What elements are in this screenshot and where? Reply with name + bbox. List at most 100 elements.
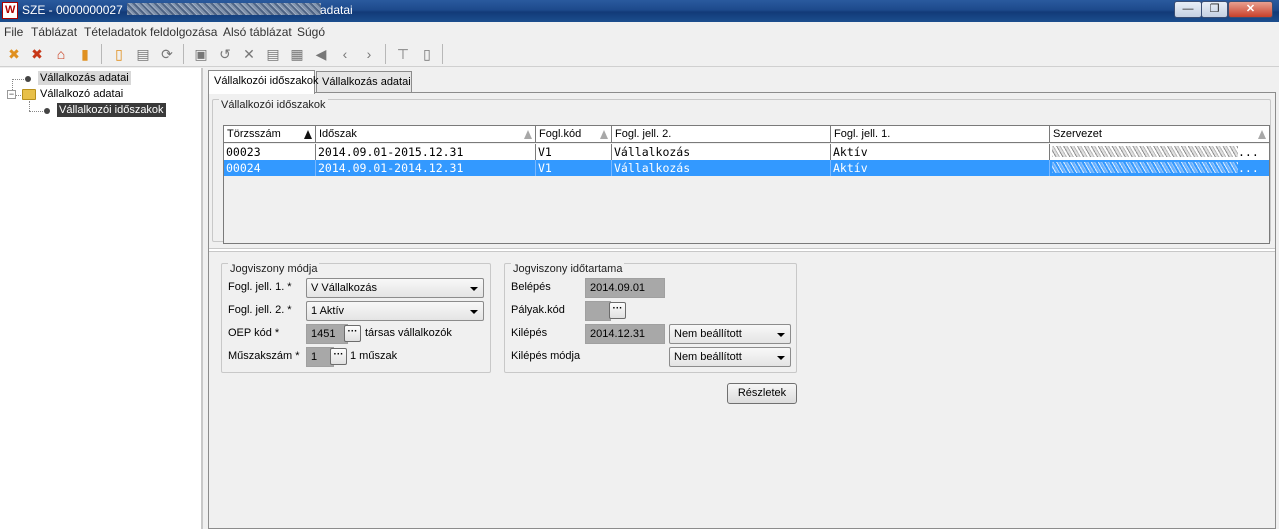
menu-also-tablazat[interactable]: Alsó táblázat — [223, 25, 292, 39]
kilepes-modja-select[interactable]: Nem beállított — [669, 347, 791, 367]
tree-bullet-icon — [44, 108, 50, 114]
navigation-tree: Vállalkozás adatai − Vállalkozó adatai V… — [0, 68, 203, 529]
tab-vallalkozas-adatai[interactable]: Vállalkozás adatai — [316, 71, 412, 93]
oep-kod-lookup-button[interactable]: ··· — [344, 325, 361, 342]
delete-all-icon[interactable]: ✖ — [28, 45, 46, 63]
periods-group-title: Vállalkozói időszakok — [219, 99, 328, 111]
redacted-organization — [1052, 146, 1238, 157]
menu-teteladatok[interactable]: Tételadatok feldolgozása — [84, 25, 217, 39]
belepes-field[interactable]: 2014.09.01 — [585, 278, 665, 298]
copy-document-icon[interactable]: ▯ — [418, 45, 436, 63]
jogviszony-idotartama-group: Jogviszony időtartama Belépés 2014.09.01… — [504, 263, 797, 373]
maximize-button[interactable]: ❐ — [1201, 1, 1228, 18]
collapse-icon[interactable]: − — [7, 90, 16, 99]
oep-kod-label: OEP kód * — [228, 327, 280, 339]
sort-icon — [1258, 130, 1266, 139]
cell-szervezet: ... — [1050, 144, 1269, 160]
first-page-icon[interactable]: ⊤ — [394, 45, 412, 63]
column-header-fogl-kod[interactable]: Fogl.kód — [536, 126, 612, 143]
column-header-fogl-jell-1[interactable]: Fogl. jell. 1. — [831, 126, 1050, 143]
new-document-icon[interactable]: ▯ — [110, 45, 128, 63]
refresh-icon[interactable]: ⟳ — [158, 45, 176, 63]
tree-item-vallalkozas-adatai[interactable]: Vállalkozás adatai — [38, 71, 131, 85]
tree-line — [29, 101, 30, 111]
table-row-selected[interactable]: 00024 2014.09.01-2014.12.31 V1 Vállalkoz… — [224, 160, 1269, 176]
cell-fogl-kod: V1 — [536, 144, 612, 160]
redacted-organization — [1052, 162, 1238, 173]
kilepes-field[interactable]: 2014.12.31 — [585, 324, 665, 344]
palyak-kod-lookup-button[interactable]: ··· — [609, 302, 626, 319]
cell-torzsszam: 00023 — [224, 144, 316, 160]
oep-kod-description: társas vállalkozók — [365, 327, 452, 339]
column-header-idoszak[interactable]: Időszak — [316, 126, 536, 143]
menu-file[interactable]: File — [4, 25, 23, 39]
minimize-button[interactable]: — — [1174, 1, 1202, 18]
home-icon[interactable]: ⌂ — [52, 45, 70, 63]
cell-fogl-jell-2: Vállalkozás — [612, 160, 831, 176]
tab-vallalkozoi-idoszakok[interactable]: Vállalkozói időszakok — [208, 70, 319, 94]
cancel-icon[interactable]: ✕ — [240, 45, 258, 63]
menu-tablazat[interactable]: Táblázat — [31, 25, 77, 39]
menu-bar: File Táblázat Tételadatok feldolgozása A… — [0, 22, 1279, 41]
cell-idoszak: 2014.09.01-2014.12.31 — [316, 160, 536, 176]
toolbar-separator — [385, 44, 386, 64]
sort-ascending-icon — [304, 130, 312, 139]
table-row[interactable]: 00023 2014.09.01-2015.12.31 V1 Vállalkoz… — [224, 144, 1269, 160]
tree-item-vallalkozo-adatai[interactable]: Vállalkozó adatai — [38, 88, 125, 100]
close-button[interactable]: ✕ — [1228, 1, 1273, 18]
kilepes-select[interactable]: Nem beállított — [669, 324, 791, 344]
belepes-label: Belépés — [511, 281, 551, 293]
palyak-kod-label: Pályak.kód — [511, 304, 565, 316]
tree-line — [29, 111, 43, 112]
periods-group: Vállalkozói időszakok Törzsszám Időszak … — [212, 99, 1271, 244]
periods-table: Törzsszám Időszak Fogl.kód Fogl. jell. 2… — [223, 125, 1270, 244]
reszletek-button[interactable]: Részletek — [727, 383, 797, 404]
oep-kod-field[interactable]: 1451 — [306, 324, 348, 344]
save-icon[interactable]: ▣ — [192, 45, 210, 63]
muszakszam-label: Műszakszám * — [228, 350, 300, 362]
kilepes-modja-label: Kilépés módja — [511, 350, 581, 362]
undo-icon[interactable]: ↺ — [216, 45, 234, 63]
column-header-torzsszam[interactable]: Törzsszám — [224, 126, 316, 143]
toolbar-separator — [183, 44, 184, 64]
sort-icon — [600, 130, 608, 139]
toolbar-separator — [442, 44, 443, 64]
column-header-szervezet[interactable]: Szervezet — [1050, 126, 1269, 143]
menu-sugo[interactable]: Súgó — [297, 25, 325, 39]
cell-fogl-jell-2: Vállalkozás — [612, 144, 831, 160]
print-icon[interactable]: ▤ — [134, 45, 152, 63]
jogviszony-modja-title: Jogviszony módja — [228, 263, 320, 275]
cell-szervezet: ... — [1050, 160, 1269, 176]
cell-fogl-jell-1: Aktív — [831, 144, 1050, 160]
toolbar-separator — [101, 44, 102, 64]
chevron-down-icon — [777, 356, 785, 360]
sort-icon — [524, 130, 532, 139]
muszakszam-description: 1 műszak — [350, 350, 398, 362]
column-header-fogl-jell-2[interactable]: Fogl. jell. 2. — [612, 126, 831, 143]
folder-icon — [22, 89, 36, 100]
fogl-jell-1-label: Fogl. jell. 1. * — [228, 281, 292, 293]
fogl-jell-2-select[interactable]: 1 Aktív — [306, 301, 484, 321]
previous-icon[interactable]: ‹ — [336, 45, 354, 63]
tab-content: Vállalkozói időszakok Törzsszám Időszak … — [208, 92, 1276, 529]
palyak-kod-field[interactable] — [585, 301, 611, 321]
chevron-down-icon — [470, 310, 478, 314]
panel-splitter[interactable] — [209, 248, 1275, 252]
tree-line — [12, 79, 24, 80]
app-logo-icon[interactable] — [2, 2, 18, 19]
jogviszony-modja-group: Jogviszony módja Fogl. jell. 1. * V Váll… — [221, 263, 491, 373]
print-preview-icon[interactable]: ▤ — [264, 45, 282, 63]
jogviszony-idotartama-title: Jogviszony időtartama — [511, 263, 625, 275]
calculator-icon[interactable]: ▦ — [288, 45, 306, 63]
exit-door-icon[interactable]: ▮ — [76, 45, 94, 63]
fogl-jell-1-select[interactable]: V Vállalkozás — [306, 278, 484, 298]
cell-torzsszam: 00024 — [224, 160, 316, 176]
next-icon[interactable]: › — [360, 45, 378, 63]
cell-idoszak: 2014.09.01-2015.12.31 — [316, 144, 536, 160]
table-header: Törzsszám Időszak Fogl.kód Fogl. jell. 2… — [224, 126, 1269, 143]
delete-record-icon[interactable]: ✖ — [5, 45, 23, 63]
back-icon[interactable]: ◀ — [312, 45, 330, 63]
muszakszam-lookup-button[interactable]: ··· — [330, 348, 347, 365]
main-panel: Vállalkozói időszakok Vállalkozás adatai… — [205, 68, 1279, 529]
tree-item-vallalkozoi-idoszakok[interactable]: Vállalkozói időszakok — [57, 103, 166, 117]
